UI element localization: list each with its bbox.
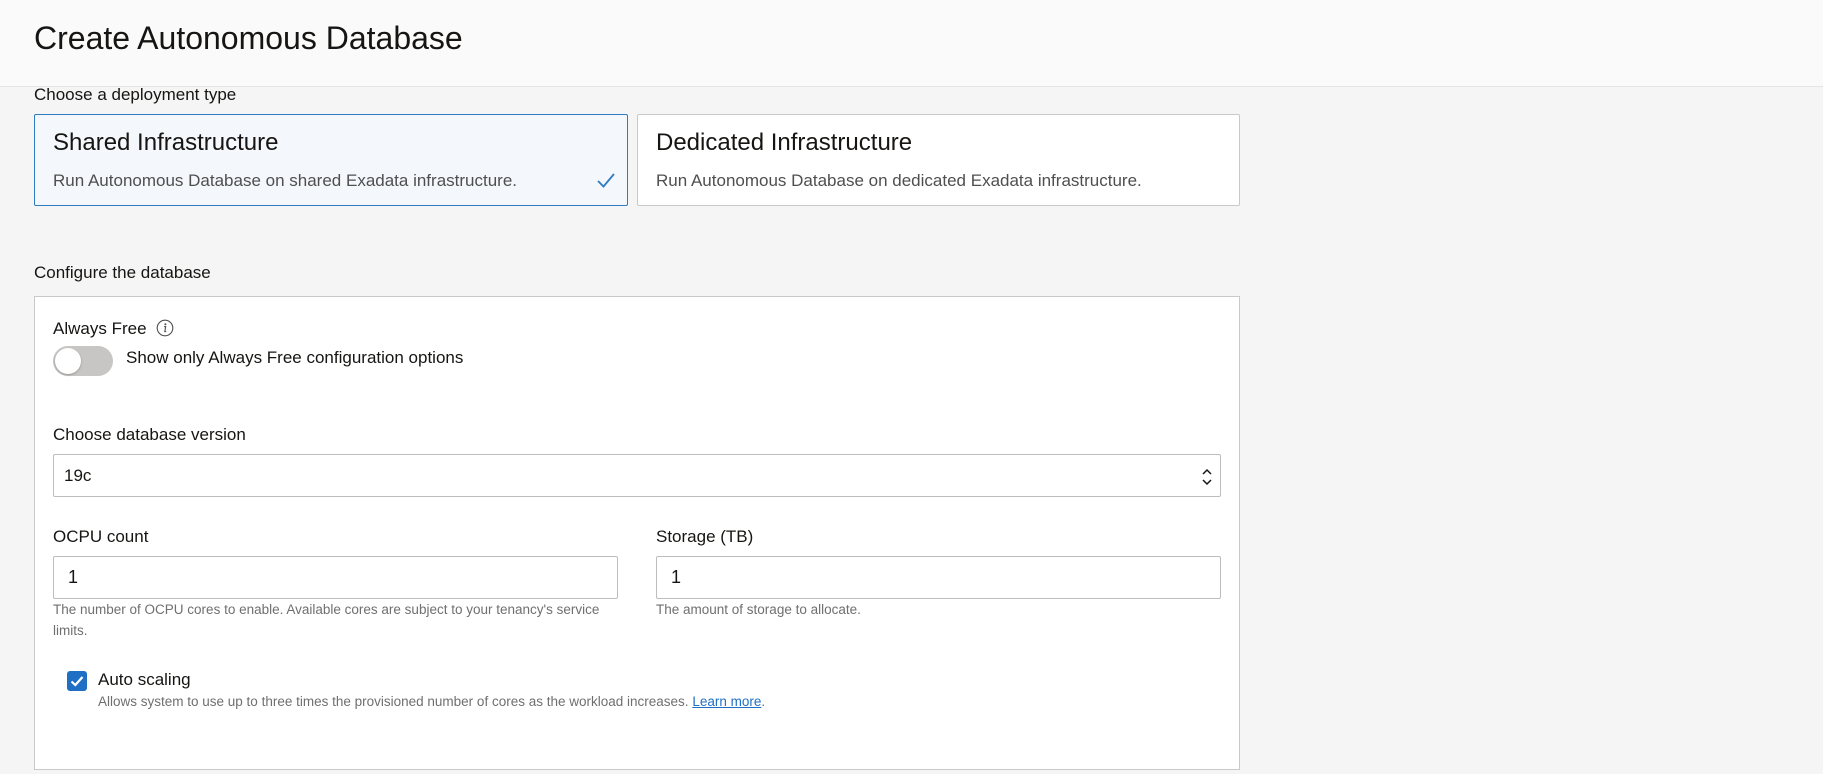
- page-title: Create Autonomous Database: [34, 20, 463, 56]
- card-title: Dedicated Infrastructure: [656, 129, 913, 156]
- auto-scaling-checkbox[interactable]: [67, 671, 87, 691]
- database-version-value: 19c: [64, 466, 92, 485]
- toggle-knob: [55, 348, 81, 374]
- database-version-label: Choose database version: [53, 425, 246, 444]
- shared-infrastructure-card[interactable]: Shared Infrastructure Run Autonomous Dat…: [34, 114, 628, 206]
- deployment-type-label: Choose a deployment type: [34, 85, 237, 104]
- ocpu-count-help: The number of OCPU cores to enable. Avai…: [53, 602, 600, 638]
- storage-help: The amount of storage to allocate.: [656, 602, 861, 617]
- auto-scaling-help: Allows system to use up to three times t…: [98, 694, 766, 709]
- ocpu-count-label: OCPU count: [53, 527, 149, 546]
- auto-scaling-label: Auto scaling: [98, 670, 191, 689]
- storage-label: Storage (TB): [656, 527, 754, 546]
- always-free-toggle-label: Show only Always Free configuration opti…: [126, 348, 464, 367]
- card-description: Run Autonomous Database on shared Exadat…: [53, 171, 518, 190]
- ocpu-count-input[interactable]: [53, 556, 618, 599]
- page-header: Create Autonomous Database: [0, 0, 1823, 87]
- database-version-select[interactable]: 19c: [53, 454, 1221, 497]
- configure-database-label: Configure the database: [34, 263, 211, 282]
- card-description: Run Autonomous Database on dedicated Exa…: [656, 171, 1142, 190]
- checkmark-icon: [597, 173, 615, 188]
- always-free-label: Always Free: [53, 319, 147, 338]
- check-icon: [70, 676, 84, 687]
- auto-scaling-help-text: Allows system to use up to three times t…: [98, 694, 689, 709]
- learn-more-link[interactable]: Learn more: [692, 694, 761, 709]
- dedicated-infrastructure-card[interactable]: Dedicated Infrastructure Run Autonomous …: [637, 114, 1240, 206]
- storage-input[interactable]: [656, 556, 1221, 599]
- always-free-toggle[interactable]: [53, 346, 113, 376]
- card-title: Shared Infrastructure: [53, 129, 279, 156]
- select-arrows-icon: [1202, 468, 1212, 486]
- info-icon[interactable]: [156, 319, 174, 337]
